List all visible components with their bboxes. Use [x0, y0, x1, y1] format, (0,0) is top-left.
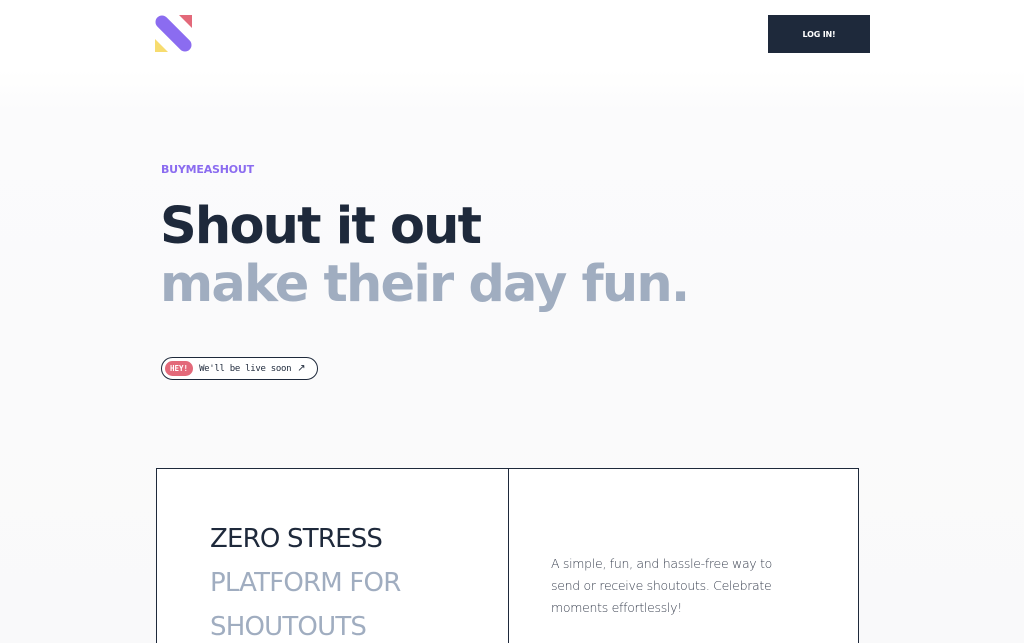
launch-text: We'll be live soon: [199, 363, 292, 374]
hero-headline-primary: Shout it out: [160, 197, 482, 256]
launch-announcement-pill[interactable]: HEY! We'll be live soon ↗: [161, 357, 318, 380]
feature-title-line3: SHOUTOUTS: [210, 612, 367, 642]
feature-title-line1: ZERO STRESS: [210, 524, 383, 554]
feature-divider: [508, 469, 509, 643]
arrow-up-right-icon: ↗: [297, 363, 306, 374]
hey-badge: HEY!: [165, 361, 194, 376]
feature-section: ZERO STRESS PLATFORM FOR SHOUTOUTS A sim…: [156, 468, 859, 643]
buymeashout-logo-icon[interactable]: [155, 15, 193, 53]
login-button[interactable]: LOG IN!: [768, 15, 870, 53]
top-header: LOG IN!: [0, 0, 1024, 70]
hero-headline-secondary: make their day fun.: [160, 255, 690, 314]
feature-title: ZERO STRESS PLATFORM FOR SHOUTOUTS: [210, 517, 401, 643]
feature-title-line2: PLATFORM FOR: [210, 568, 401, 598]
brand-eyebrow: BUYMEASHOUT: [161, 163, 254, 176]
feature-description: A simple, fun, and hassle-free way to se…: [551, 556, 773, 615]
